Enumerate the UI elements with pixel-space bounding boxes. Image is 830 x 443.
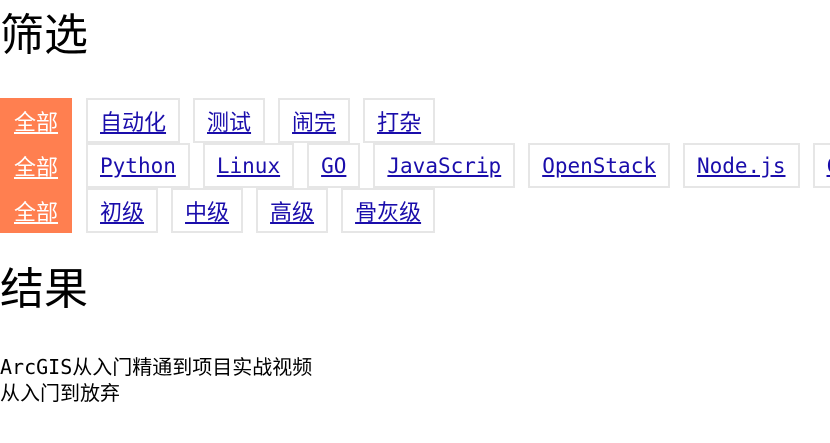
filter-category-misc[interactable]: 打杂 — [363, 98, 436, 143]
filter-level-intermediate[interactable]: 中级 — [171, 188, 244, 233]
filter-row-language: 全部 Python Linux GO JavaScrip OpenStack N… — [0, 143, 830, 188]
result-item: ArcGIS从入门精通到项目实战视频 — [0, 355, 313, 379]
filter-language-go[interactable]: GO — [307, 143, 361, 188]
filter-language-javascript[interactable]: JavaScrip — [373, 143, 516, 188]
result-item: 从入门到放弃 — [0, 381, 120, 405]
filter-language-c[interactable]: C — [812, 143, 830, 188]
page: 筛选 全部 自动化 测试 闹完 打杂 全部 Python Linux GO Ja… — [0, 0, 830, 443]
filter-category-automation[interactable]: 自动化 — [86, 98, 181, 143]
filter-category-finish[interactable]: 闹完 — [278, 98, 351, 143]
filter-language-nodejs[interactable]: Node.js — [682, 143, 800, 188]
filter-language-python[interactable]: Python — [86, 143, 190, 188]
filter-all-level[interactable]: 全部 — [0, 188, 73, 233]
filter-language-openstack[interactable]: OpenStack — [528, 143, 670, 188]
filter-category-testing[interactable]: 测试 — [193, 98, 266, 143]
filter-heading: 筛选 — [0, 10, 88, 61]
filter-row-level: 全部 初级 中级 高级 骨灰级 — [0, 188, 448, 233]
result-list: ArcGIS从入门精通到项目实战视频 从入门到放弃 — [0, 354, 312, 406]
filter-level-beginner[interactable]: 初级 — [86, 188, 159, 233]
filter-all-category[interactable]: 全部 — [0, 98, 73, 143]
filter-all-language[interactable]: 全部 — [0, 143, 73, 188]
filter-language-linux[interactable]: Linux — [202, 143, 295, 188]
filter-row-category: 全部 自动化 测试 闹完 打杂 — [0, 98, 448, 143]
result-heading: 结果 — [0, 264, 88, 315]
filter-level-advanced[interactable]: 高级 — [256, 188, 329, 233]
filter-level-expert[interactable]: 骨灰级 — [341, 188, 436, 233]
